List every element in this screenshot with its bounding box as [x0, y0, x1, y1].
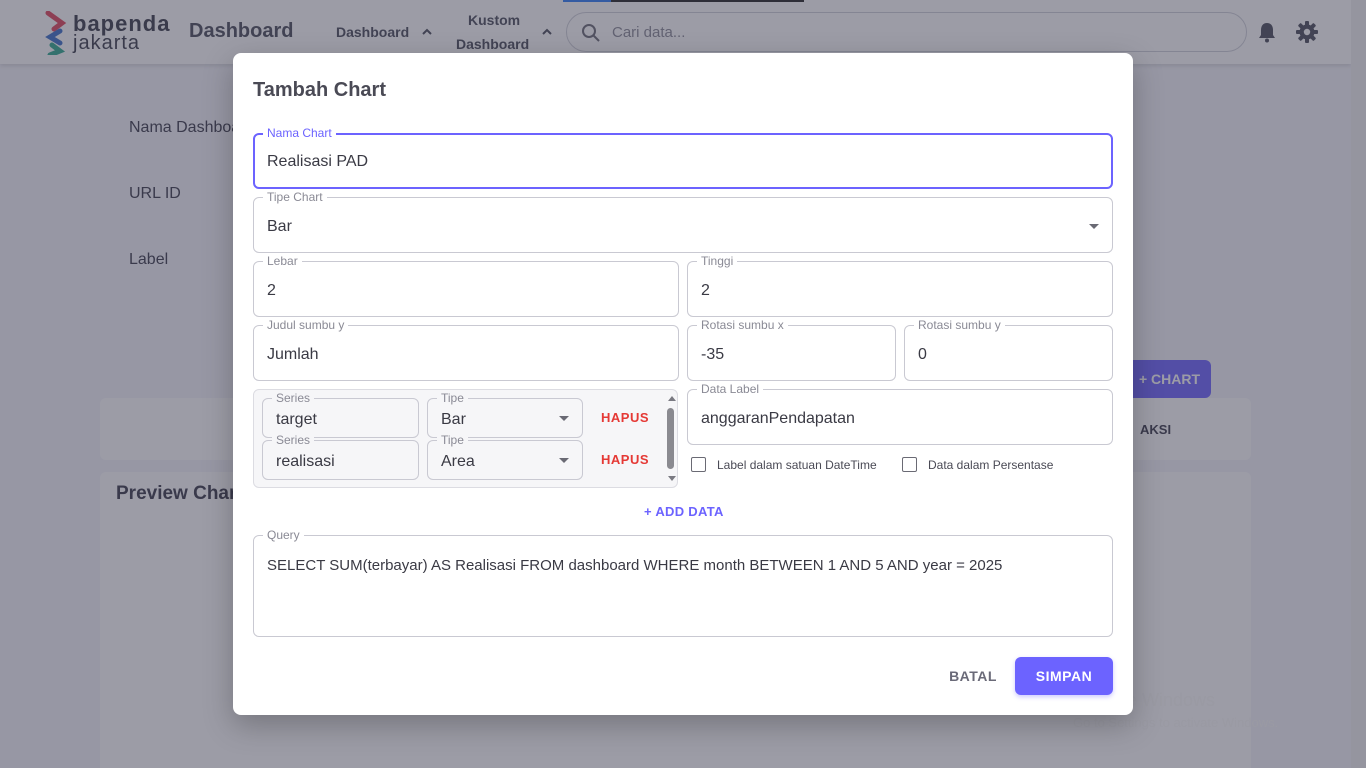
dropdown-arrow-icon [1089, 224, 1099, 229]
scroll-down-arrow-icon[interactable] [668, 476, 676, 481]
judul-sumbu-y-field[interactable]: Judul sumbu y Jumlah [253, 318, 679, 381]
series-name-label: Series [272, 391, 315, 405]
dialog-title: Tambah Chart [253, 79, 386, 101]
series-name-value: target [276, 411, 317, 428]
lebar-field[interactable]: Lebar 2 [253, 254, 679, 317]
lebar-label: Lebar [263, 254, 302, 268]
nama-chart-label: Nama Chart [263, 126, 336, 140]
rotasi-sumbu-x-field[interactable]: Rotasi sumbu x -35 [687, 318, 896, 381]
tinggi-field[interactable]: Tinggi 2 [687, 254, 1113, 317]
datetime-checkbox[interactable]: Label dalam satuan DateTime [691, 456, 891, 474]
scrollbar-thumb[interactable] [667, 408, 674, 469]
rotasi-sumbu-x-value: -35 [701, 346, 725, 363]
cancel-button[interactable]: BATAL [938, 657, 1008, 695]
query-label: Query [263, 528, 304, 542]
series-tipe-label: Tipe [437, 391, 468, 405]
persentase-checkbox[interactable]: Data dalam Persentase [902, 456, 1072, 474]
tipe-chart-label: Tipe Chart [263, 190, 327, 204]
series-name-value: realisasi [276, 453, 335, 470]
series-tipe-select[interactable]: Tipe Area [427, 433, 583, 480]
rotasi-sumbu-y-field[interactable]: Rotasi sumbu y 0 [904, 318, 1113, 381]
dropdown-arrow-icon [559, 416, 569, 421]
query-value: SELECT SUM(terbayar) AS Realisasi FROM d… [267, 557, 1003, 574]
save-button[interactable]: SIMPAN [1015, 657, 1113, 695]
rotasi-sumbu-x-label: Rotasi sumbu x [697, 318, 788, 332]
query-textarea[interactable]: Query SELECT SUM(terbayar) AS Realisasi … [253, 528, 1113, 637]
series-name-field[interactable]: Series realisasi [262, 433, 419, 480]
windows-watermark-subtitle: Go to Settings to activate Windows. [1073, 715, 1279, 730]
persentase-checkbox-label: Data dalam Persentase [928, 458, 1054, 472]
nama-chart-value: Realisasi PAD [267, 153, 369, 170]
series-name-field[interactable]: Series target [262, 391, 419, 438]
series-tipe-select[interactable]: Tipe Bar [427, 391, 583, 438]
series-name-label: Series [272, 433, 315, 447]
series-tipe-value: Area [441, 453, 475, 470]
checkbox-icon [691, 457, 706, 472]
scroll-up-arrow-icon[interactable] [668, 396, 676, 401]
judul-sumbu-y-label: Judul sumbu y [263, 318, 349, 332]
data-label-field[interactable]: Data Label anggaranPendapatan [687, 382, 1113, 445]
tinggi-value: 2 [701, 282, 710, 299]
tinggi-label: Tinggi [697, 254, 738, 268]
datetime-checkbox-label: Label dalam satuan DateTime [717, 458, 877, 472]
hapus-series-button[interactable]: HAPUS [601, 410, 649, 425]
series-list[interactable]: Series target Tipe Bar HAPUS Series real… [253, 389, 678, 488]
dropdown-arrow-icon [559, 458, 569, 463]
nama-chart-field[interactable]: Nama Chart Realisasi PAD [253, 126, 1113, 189]
series-tipe-label: Tipe [437, 433, 468, 447]
judul-sumbu-y-value: Jumlah [267, 346, 319, 363]
rotasi-sumbu-y-value: 0 [918, 346, 927, 363]
series-tipe-value: Bar [441, 411, 466, 428]
add-data-button[interactable]: + ADD DATA [644, 504, 724, 519]
tambah-chart-dialog: Tambah Chart Nama Chart Realisasi PAD Ti… [233, 53, 1133, 715]
rotasi-sumbu-y-label: Rotasi sumbu y [914, 318, 1005, 332]
tipe-chart-value: Bar [267, 218, 292, 235]
hapus-series-button[interactable]: HAPUS [601, 452, 649, 467]
data-label-value: anggaranPendapatan [701, 410, 855, 427]
checkbox-icon [902, 457, 917, 472]
tipe-chart-select[interactable]: Tipe Chart Bar [253, 190, 1113, 253]
lebar-value: 2 [267, 282, 276, 299]
data-label-label: Data Label [697, 382, 764, 396]
